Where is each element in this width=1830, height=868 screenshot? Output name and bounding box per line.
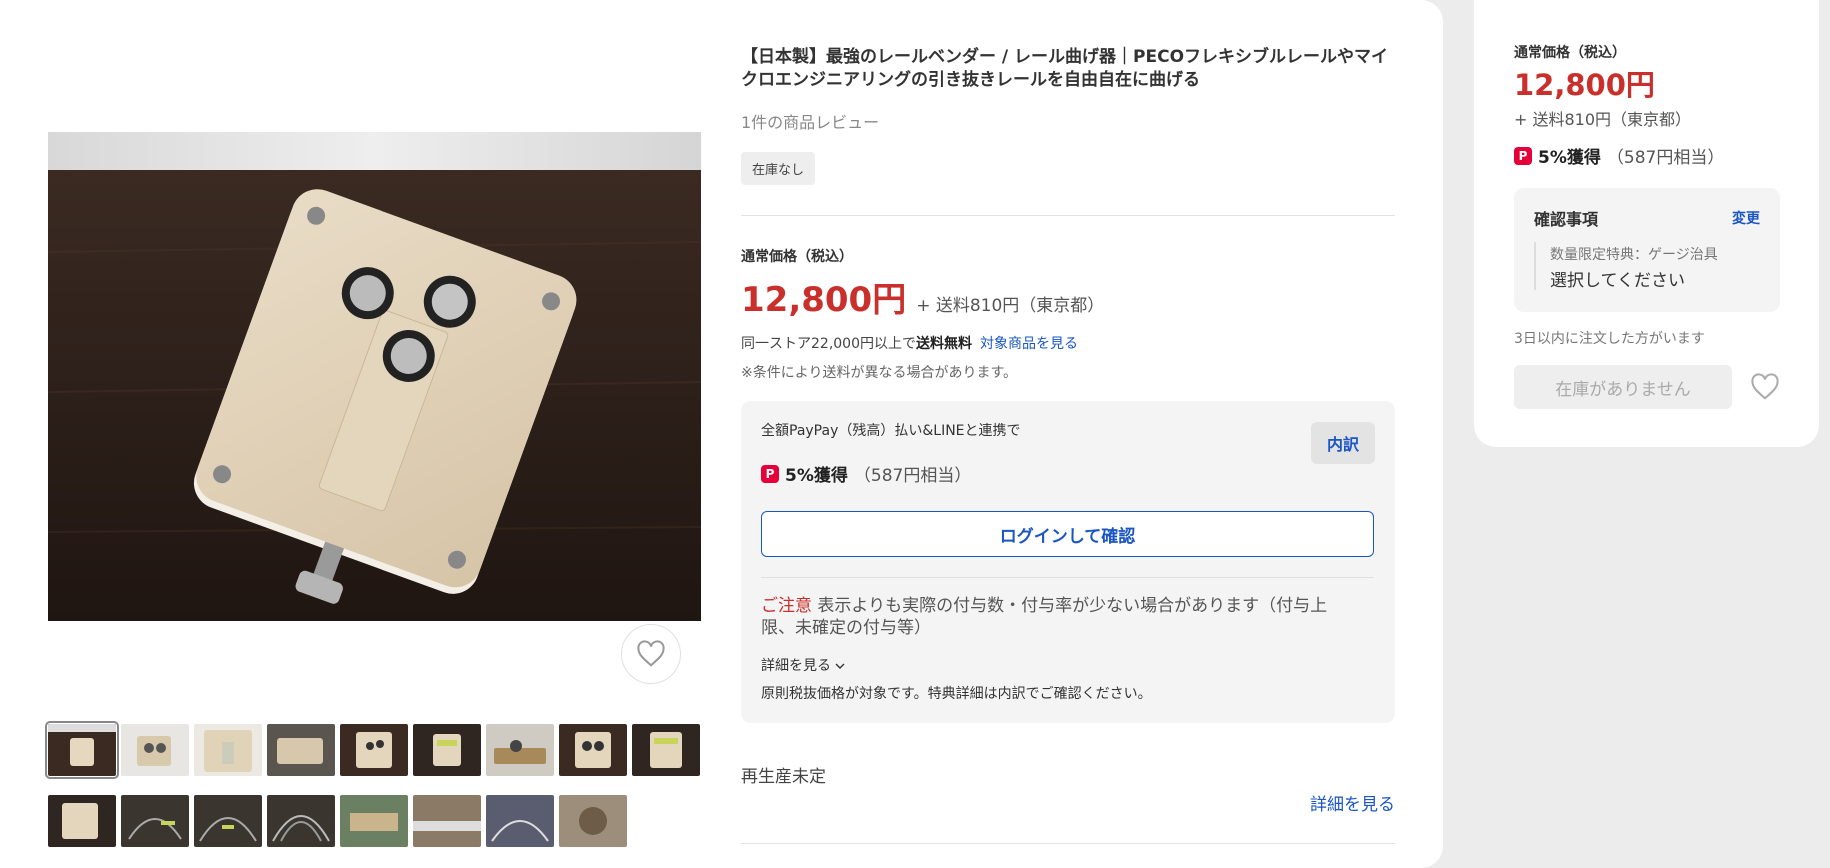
side-reward-rate: 5%獲得 <box>1538 148 1601 168</box>
side-favorite-button[interactable] <box>1748 370 1782 404</box>
thumbnail[interactable] <box>486 795 554 847</box>
details-toggle[interactable]: 詳細を見る <box>761 655 845 675</box>
login-confirm-button[interactable]: ログインして確認 <box>761 511 1374 557</box>
free-shipping-bold: 送料無料 <box>916 336 972 352</box>
confirmation-title: 確認事項 <box>1534 210 1599 229</box>
thumbnail[interactable] <box>413 724 481 776</box>
stock-badge: 在庫なし <box>741 152 816 185</box>
paypay-reward: P 5%獲得 （587円相当） <box>761 461 971 486</box>
price-label: 通常価格（税込） <box>741 249 853 265</box>
chevron-down-icon <box>835 663 845 669</box>
thumbnail-gallery <box>45 721 704 866</box>
caution-note: ご注意 表示よりも実際の付与数・付与率が少ない場合があります（付与上限、未確定の… <box>761 595 1361 639</box>
side-paypay-reward: P 5%獲得 （587円相当） <box>1514 143 1724 168</box>
thumbnail[interactable] <box>486 724 554 776</box>
divider <box>741 215 1395 216</box>
reward-equivalent: （587円相当） <box>853 466 972 486</box>
shipping-fee: + 送料810円（東京都） <box>916 296 1105 316</box>
divider <box>741 843 1395 844</box>
shipping-note: ※条件により送料が異なる場合があります。 <box>741 365 1018 381</box>
paypay-heading: 全額PayPay（残高）払い&LINEと連携で <box>761 423 1021 439</box>
side-reward-equivalent: （587円相当） <box>1606 148 1725 168</box>
thumbnail[interactable] <box>632 724 700 776</box>
details-label: 詳細を見る <box>761 658 831 674</box>
change-button[interactable]: 変更 <box>1732 208 1760 228</box>
reproduction-status: 再生産未定 <box>741 767 826 787</box>
main-product-image[interactable] <box>48 132 701 621</box>
favorite-button[interactable] <box>621 624 681 684</box>
side-price-label: 通常価格（税込） <box>1514 45 1626 61</box>
thumbnail[interactable] <box>121 795 189 847</box>
thumbnail[interactable] <box>559 724 627 776</box>
confirmation-box: 確認事項 変更 数量限定特典：ゲージ治具 選択してください <box>1514 188 1780 312</box>
paypay-icon: P <box>761 464 779 483</box>
thumbnail[interactable] <box>267 724 335 776</box>
thumbnail[interactable] <box>48 795 116 847</box>
reviews-link[interactable]: 1件の商品レビュー <box>741 109 879 133</box>
product-main-panel: 【日本製】最強のレールベンダー / レール曲げ器｜PECOフレキシブルレールやマ… <box>0 0 1443 868</box>
bonus-option-select[interactable]: 選択してください <box>1550 266 1685 291</box>
out-of-stock-button: 在庫がありません <box>1514 365 1732 409</box>
free-shipping-prefix: 同一ストア22,000円以上で <box>741 336 916 352</box>
thumbnail[interactable] <box>45 721 119 779</box>
side-price-amount: 12,800円 <box>1514 68 1655 102</box>
thumbnail[interactable] <box>559 795 627 847</box>
paypay-icon: P <box>1514 146 1532 165</box>
thumbnail[interactable] <box>413 795 481 847</box>
free-shipping-line: 同一ストア22,000円以上で送料無料 対象商品を見る <box>741 333 1078 353</box>
thumbnail[interactable] <box>340 724 408 776</box>
thumbnail[interactable] <box>194 795 262 847</box>
heart-icon <box>1751 373 1779 400</box>
reward-rate: 5%獲得 <box>785 466 848 486</box>
reproduction-details-link[interactable]: 詳細を見る <box>1310 790 1395 815</box>
recent-orders-note: 3日以内に注文した方がいます <box>1514 331 1705 347</box>
thumbnail[interactable] <box>340 795 408 847</box>
thumbnail[interactable] <box>267 795 335 847</box>
bonus-option-label: 数量限定特典：ゲージ治具 <box>1550 247 1718 263</box>
price-amount: 12,800円 <box>741 280 907 320</box>
product-title: 【日本製】最強のレールベンダー / レール曲げ器｜PECOフレキシブルレールやマ… <box>741 47 1389 90</box>
eligible-items-link[interactable]: 対象商品を見る <box>980 336 1078 352</box>
side-shipping-fee: + 送料810円（東京都） <box>1514 110 1692 129</box>
price-row: 12,800円 + 送料810円（東京都） <box>741 272 1104 321</box>
breakdown-button[interactable]: 内訳 <box>1310 422 1375 464</box>
caution-label: ご注意 <box>761 596 812 616</box>
paypay-box: 全額PayPay（残高）払い&LINEと連携で 内訳 P 5%獲得 （587円相… <box>741 401 1395 723</box>
divider <box>761 577 1374 578</box>
heart-icon <box>637 640 665 667</box>
caution-text: 表示よりも実際の付与数・付与率が少ない場合があります（付与上限、未確定の付与等） <box>761 596 1328 638</box>
thumbnail[interactable] <box>121 724 189 776</box>
purchase-panel: 通常価格（税込） 12,800円 + 送料810円（東京都） P 5%獲得 （5… <box>1474 0 1819 447</box>
paypay-footnote: 原則税抜価格が対象です。特典詳細は内訳でご確認ください。 <box>761 686 1152 702</box>
thumbnail[interactable] <box>194 724 262 776</box>
divider <box>1534 242 1536 290</box>
